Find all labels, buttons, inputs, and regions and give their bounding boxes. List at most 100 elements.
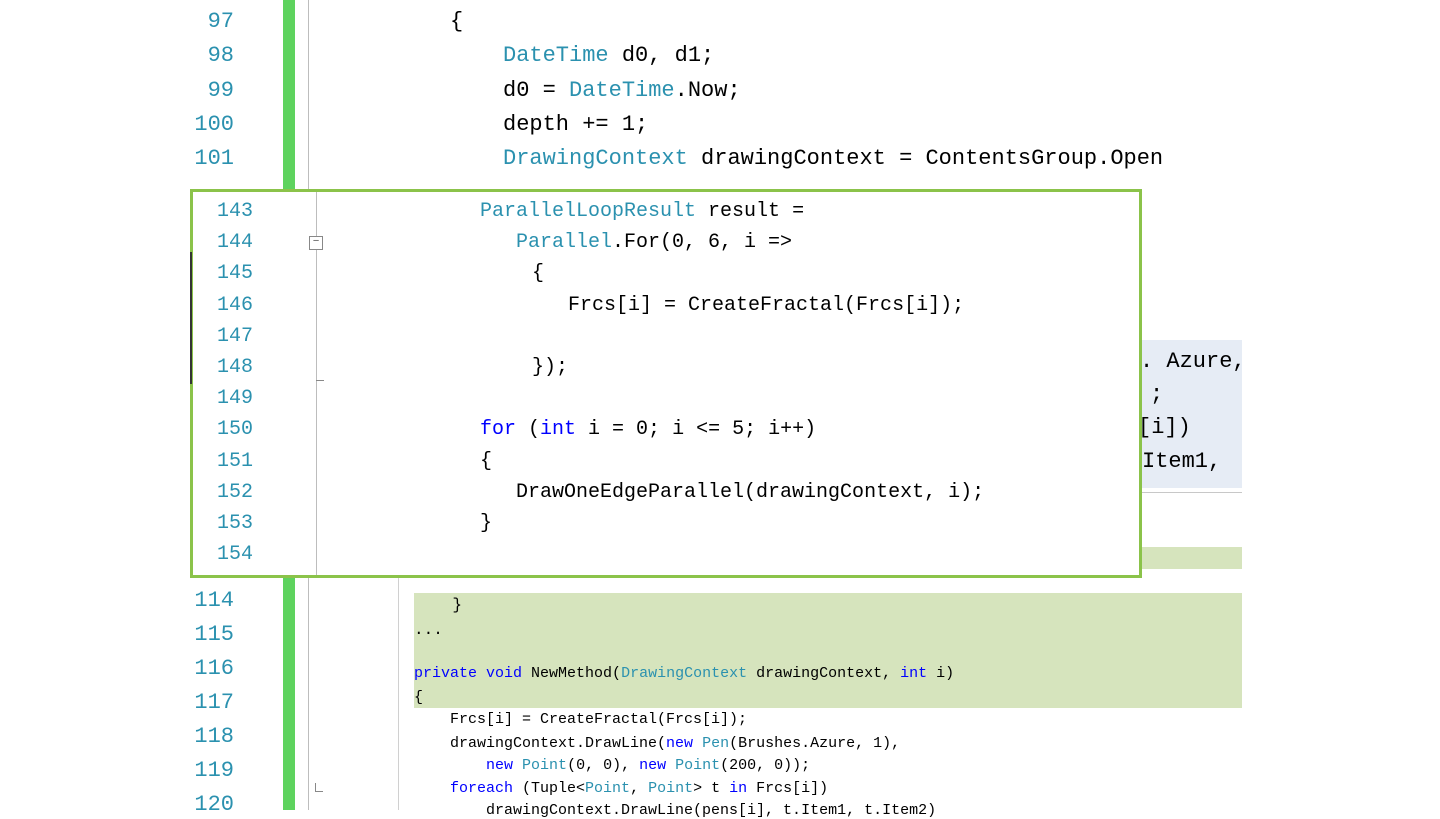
code-token: drawingContext.DrawLine(pens[i], t.Item1… xyxy=(414,802,937,819)
diff-region-divider xyxy=(398,574,399,810)
line-number: 100 xyxy=(194,112,234,137)
line-number: 101 xyxy=(194,146,234,171)
type-token: Point xyxy=(585,780,631,797)
diff-code-line: drawingContext.DrawLine(new Pen(Brushes.… xyxy=(414,735,900,752)
code-token: > t xyxy=(693,780,730,797)
code-token: { xyxy=(414,689,424,706)
diff-code-line: foreach (Tuple<Point, Point> t in Frcs[i… xyxy=(414,780,828,797)
green-highlight-strip xyxy=(1138,547,1242,569)
popup-line-number: 147 xyxy=(216,324,253,348)
code-token: d0 = xyxy=(503,78,570,103)
code-token: drawingContext = ContentsGroup.Open xyxy=(687,146,1164,171)
code-token: ... xyxy=(414,621,443,639)
line-number: 119 xyxy=(194,758,234,783)
code-token: { xyxy=(508,262,545,286)
code-token: d0, d1; xyxy=(608,43,715,68)
peek-popup: − 143 144 145 146 147 148 149 150 151 152 153 154 P… xyxy=(190,189,1142,578)
line-number: 120 xyxy=(194,792,234,817)
code-token: .For(0, 6, i => xyxy=(612,231,793,255)
code-token: NewMethod( xyxy=(522,665,622,682)
code-token: DrawOneEdgeParallel(drawingContext, i); xyxy=(480,480,985,504)
popup-code-line: for (int i = 0; i <= 5; i++) xyxy=(480,418,816,441)
line-number: 99 xyxy=(207,78,234,103)
popup-code-line: }); xyxy=(508,356,568,379)
line-number: 118 xyxy=(194,724,234,749)
code-token: } xyxy=(414,596,463,614)
partial-line-4: Item1, xyxy=(1142,449,1222,474)
popup-line-number: 149 xyxy=(216,387,253,411)
type-token: DateTime xyxy=(569,78,675,103)
popup-line-number: 151 xyxy=(216,449,253,473)
code-line: DateTime d0, d1; xyxy=(503,43,714,68)
code-line: { xyxy=(450,9,463,34)
keyword-token: int xyxy=(900,665,928,682)
keyword-token: private void xyxy=(414,665,523,682)
line-number: 97 xyxy=(207,9,234,34)
popup-left-dark-edge xyxy=(190,252,192,384)
line-number: 115 xyxy=(194,622,234,647)
type-token: DateTime xyxy=(503,43,609,68)
diff-code-line: new Point(0, 0), new Point(200, 0)); xyxy=(414,757,810,774)
popup-line-number: 144 xyxy=(216,231,253,255)
popup-code-line: Frcs[i] = CreateFractal(Frcs[i]); xyxy=(508,294,964,317)
popup-code-line: DrawOneEdgeParallel(drawingContext, i); xyxy=(480,481,984,504)
partial-underline xyxy=(1138,492,1242,493)
code-token: (0, 0), xyxy=(567,757,640,774)
code-token: drawingContext.DrawLine( xyxy=(414,735,667,752)
fold-marker xyxy=(315,783,323,792)
code-token: , xyxy=(630,780,649,797)
keyword-token: new xyxy=(639,757,667,774)
popup-line-number: 146 xyxy=(216,293,253,317)
popup-code-line: { xyxy=(480,450,492,473)
partial-line-1: . Azure, xyxy=(1140,349,1246,374)
code-token: i = 0; i <= 5; i++) xyxy=(576,418,817,442)
keyword-token: new xyxy=(486,757,514,774)
code-token: ( xyxy=(516,418,541,442)
code-token: Frcs[i]) xyxy=(747,780,829,797)
type-token: DrawingContext xyxy=(621,665,748,682)
code-line: depth += 1; xyxy=(503,112,648,137)
code-token: Frcs[i] = CreateFractal(Frcs[i]); xyxy=(508,293,965,317)
keyword-token: new xyxy=(666,735,694,752)
keyword-token: foreach xyxy=(414,780,514,797)
popup-code-line: ParallelLoopResult result = xyxy=(480,200,804,223)
code-token: (200, 0)); xyxy=(720,757,811,774)
code-token: { xyxy=(480,449,493,473)
type-token: Point xyxy=(522,757,568,774)
code-line: DrawingContext drawingContext = Contents… xyxy=(503,146,1163,171)
code-token: (Tuple< xyxy=(513,780,586,797)
type-token: Parallel xyxy=(516,231,613,255)
type-token: Pen xyxy=(702,735,730,752)
code-token: .Now; xyxy=(674,78,741,103)
fold-guide xyxy=(316,250,324,381)
popup-line-number: 143 xyxy=(216,200,253,223)
code-token: (Brushes.Azure, 1), xyxy=(729,735,901,752)
diff-code-line: drawingContext.DrawLine(pens[i], t.Item1… xyxy=(414,802,936,819)
code-token: depth += 1; xyxy=(503,112,649,137)
code-token: }); xyxy=(508,356,569,379)
collapse-button[interactable]: − xyxy=(309,236,323,250)
popup-line-number: 154 xyxy=(216,543,253,567)
code-token: Frcs[i] = CreateFractal(Frcs[i]); xyxy=(414,711,748,728)
popup-line-number: 150 xyxy=(216,418,253,442)
code-token: } xyxy=(480,512,493,535)
diff-highlight-block xyxy=(414,593,1242,708)
partial-line-3: [i]) xyxy=(1138,415,1191,440)
code-line: d0 = DateTime.Now; xyxy=(503,78,741,103)
diff-code-line: } xyxy=(414,596,462,614)
line-number: 116 xyxy=(194,656,234,681)
diff-code-line: { xyxy=(414,689,423,706)
line-number: 98 xyxy=(207,43,234,68)
type-token: Point xyxy=(648,780,694,797)
popup-code-line: { xyxy=(508,262,544,285)
partial-line-2: ; xyxy=(1150,382,1164,407)
keyword-token: int xyxy=(540,418,577,442)
popup-line-number: 148 xyxy=(216,356,253,379)
line-number: 114 xyxy=(194,588,234,613)
type-token: Point xyxy=(675,757,721,774)
